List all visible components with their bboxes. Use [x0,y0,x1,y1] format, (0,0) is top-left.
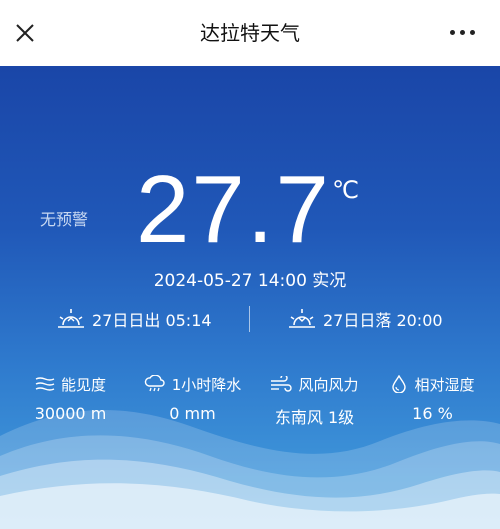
stat-label-row: 相对湿度 [370,372,495,396]
temperature-unit: ℃ [332,176,359,204]
more-button[interactable] [448,28,478,38]
stat-label-row: 能见度 [8,372,133,396]
stat-humidity: 相对湿度 16 % [370,372,495,432]
stat-label-row: 风向风力 [252,372,377,396]
stat-value: 0 mm [169,404,216,423]
weather-stats: 能见度 30000 m 1小时降水 0 mm 风向风力 东南风 1级 相对湿度 … [0,372,500,432]
close-icon [16,24,34,42]
sunset-icon [289,309,315,328]
sunrise-item: 27日日出 05:14 [56,304,212,334]
stat-label: 相对湿度 [414,375,475,394]
stat-visibility: 能见度 30000 m [8,372,133,432]
observation-time: 2024-05-27 14:00 实况 [153,271,347,291]
sunset-time: 27日日落 20:00 [323,311,443,330]
sunset-item: 27日日落 20:00 [287,304,443,334]
current-temperature: 27.7 [136,156,331,263]
more-horizontal-icon [450,30,455,35]
rain-cloud-icon [144,375,165,392]
stat-label: 1小时降水 [171,375,242,394]
sunrise-icon [58,309,84,328]
stat-value: 东南风 1级 [274,408,355,427]
sunrise-time: 27日日出 05:14 [92,311,212,330]
stat-label: 风向风力 [298,375,359,394]
more-dot [470,30,475,35]
stat-label: 能见度 [60,375,106,394]
sun-divider [249,306,250,332]
visibility-icon [35,377,55,391]
humidity-drop-icon [392,375,407,393]
weather-panel: 无预警 27.7 ℃ 2024-05-27 14:00 实况 27日日出 05:… [0,66,500,529]
warning-status: 无预警 [40,210,89,229]
sun-times-row: 27日日出 05:14 27日日落 20:00 [0,304,500,334]
top-nav-bar: 达拉特天气 [0,0,500,67]
more-dot [460,30,465,35]
wind-icon [271,376,293,392]
stat-wind: 风向风力 东南风 1级 [252,372,377,432]
stat-precipitation: 1小时降水 0 mm [130,372,255,432]
stat-value: 30000 m [34,404,107,423]
page-title: 达拉特天气 [200,21,300,45]
close-button[interactable] [10,18,40,48]
stat-label-row: 1小时降水 [130,372,255,396]
stat-value: 16 % [412,404,453,423]
